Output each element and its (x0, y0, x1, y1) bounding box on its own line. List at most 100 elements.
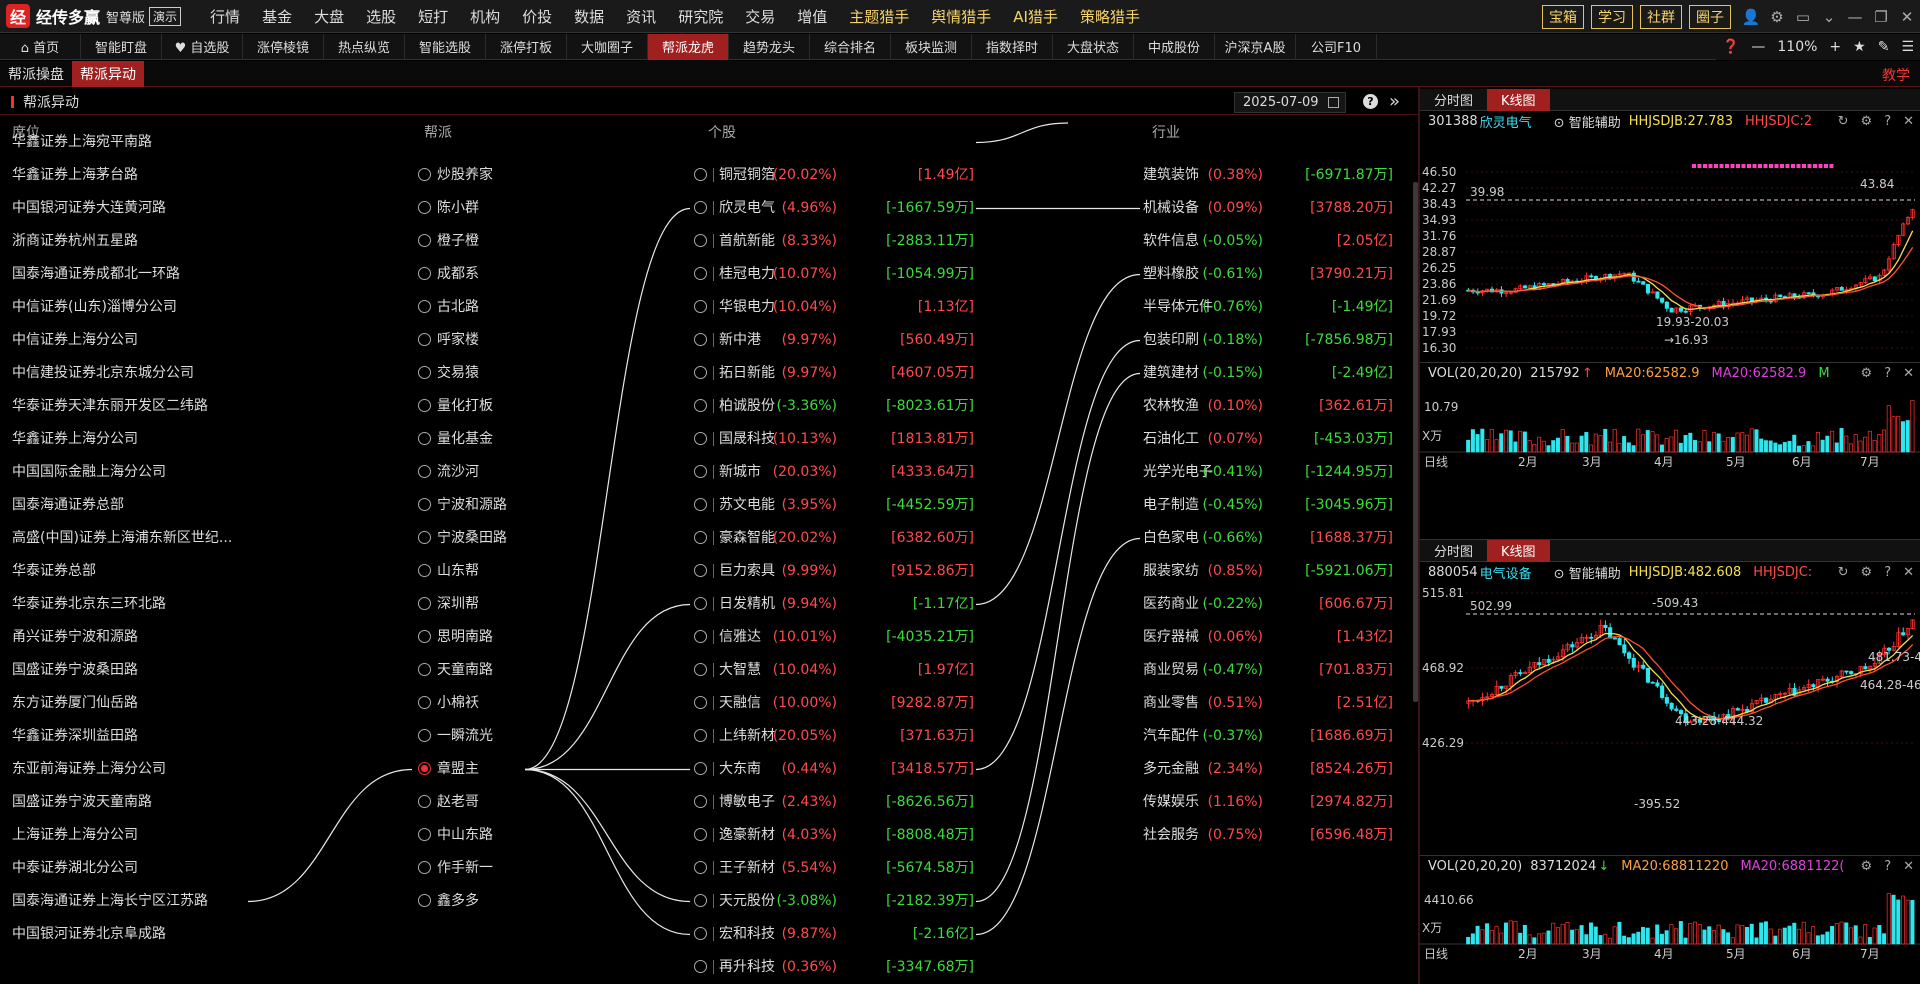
help-icon[interactable]: ? (1363, 94, 1378, 109)
restore-icon[interactable]: ❐ (1868, 0, 1894, 33)
faction-row[interactable]: 陈小群 (418, 192, 479, 225)
radio-button[interactable] (694, 200, 707, 214)
radio-button[interactable] (694, 398, 707, 412)
industry-row[interactable]: 商业贸易 (-0.47%) [701.83万] (1143, 654, 1393, 687)
refresh-icon[interactable]: ↻ (1832, 565, 1855, 580)
pen-icon[interactable]: ✎ (1872, 39, 1896, 55)
close-icon[interactable]: ✕ (1894, 0, 1920, 33)
faction-row[interactable]: 鑫多多 (418, 885, 479, 918)
radio-button[interactable] (418, 761, 431, 775)
user-icon[interactable]: 👤 (1738, 0, 1764, 33)
close-icon[interactable]: ✕ (1897, 859, 1920, 874)
menu-item-0[interactable]: 行情 (199, 6, 251, 27)
radio-button[interactable] (694, 662, 707, 676)
seat-row[interactable]: 国盛证券宁波桑田路 (12, 654, 138, 687)
radio-button[interactable] (694, 464, 707, 478)
faction-row[interactable]: 炒股养家 (418, 159, 493, 192)
radio-button[interactable] (418, 794, 431, 808)
chart-tab-0[interactable]: 分时图 (1420, 540, 1487, 562)
menu-item-13[interactable]: 舆情猎手 (920, 6, 1002, 27)
faction-row[interactable]: 橙子橙 (418, 225, 479, 258)
faction-row[interactable]: 交易猿 (418, 357, 479, 390)
stock-row[interactable]: 桂冠电力 (10.07%) [-1054.99万] (694, 258, 974, 291)
radio-button[interactable] (694, 629, 707, 643)
faction-row[interactable]: 山东帮 (418, 555, 479, 588)
chart-tab-0[interactable]: 分时图 (1420, 89, 1487, 111)
industry-row[interactable]: 电子制造 (-0.45%) [-3045.96万] (1143, 489, 1393, 522)
nav-item-6[interactable]: 涨停打板 (486, 33, 567, 60)
nav-item-4[interactable]: 热点纵览 (324, 33, 405, 60)
nav-item-2[interactable]: ♥ 自选股 (162, 33, 243, 60)
radio-button[interactable] (694, 365, 707, 379)
gear-icon[interactable]: ⚙ (1764, 0, 1790, 33)
sub-tab-1[interactable]: 帮派异动 (72, 60, 144, 87)
faction-row[interactable]: 赵老哥 (418, 786, 479, 819)
industry-row[interactable]: 半导体元件 (-0.76%) [-1.49亿] (1143, 291, 1393, 324)
chart-tab-1[interactable]: K线图 (1487, 88, 1550, 111)
faction-row[interactable]: 流沙河 (418, 456, 479, 489)
radio-button[interactable] (418, 497, 431, 511)
radio-button[interactable] (694, 761, 707, 775)
smart-assist-toggle[interactable]: ⊙ 智能辅助 (1554, 563, 1621, 582)
seat-row[interactable]: 国泰海通证券上海长宁区江苏路 (12, 885, 208, 918)
radio-button[interactable] (694, 860, 707, 874)
top-button-1[interactable]: 学习 (1591, 4, 1633, 29)
menu-item-2[interactable]: 大盘 (303, 6, 355, 27)
faction-row[interactable]: 宁波和源路 (418, 489, 507, 522)
seat-row[interactable]: 国泰海通证券成都北一环路 (12, 258, 180, 291)
nav-item-7[interactable]: 大咖圈子 (567, 33, 648, 60)
radio-button[interactable] (694, 167, 707, 181)
faction-row[interactable]: 呼家楼 (418, 324, 479, 357)
menu-item-10[interactable]: 交易 (734, 6, 786, 27)
top-button-0[interactable]: 宝箱 (1542, 4, 1584, 29)
top-button-3[interactable]: 圈子 (1689, 4, 1731, 29)
industry-row[interactable]: 汽车配件 (-0.37%) [1686.69万] (1143, 720, 1393, 753)
menu-item-11[interactable]: 增值 (786, 6, 838, 27)
stock-row[interactable]: 日发精机 (9.94%) [-1.17亿] (694, 588, 974, 621)
faction-row[interactable]: 天童南路 (418, 654, 493, 687)
seat-row[interactable]: 华泰证券天津东丽开发区二纬路 (12, 390, 208, 423)
radio-button[interactable] (418, 662, 431, 676)
industry-row[interactable]: 建筑装饰 (0.38%) [-6971.87万] (1143, 159, 1393, 192)
radio-button[interactable] (418, 299, 431, 313)
stock-row[interactable]: 宏和科技 (9.87%) [-2.16亿] (694, 918, 974, 951)
gear-icon[interactable]: ⚙ (1855, 565, 1879, 580)
faction-row[interactable]: 古北路 (418, 291, 479, 324)
minimize-icon[interactable]: — (1842, 0, 1868, 33)
faction-row[interactable]: 思明南路 (418, 621, 493, 654)
radio-button[interactable] (418, 167, 431, 181)
seat-row[interactable]: 华鑫证券深圳益田路 (12, 720, 138, 753)
industry-row[interactable]: 包装印刷 (-0.18%) [-7856.98万] (1143, 324, 1393, 357)
radio-button[interactable] (418, 695, 431, 709)
industry-row[interactable]: 医药商业 (-0.22%) [606.67万] (1143, 588, 1393, 621)
radio-button[interactable] (418, 728, 431, 742)
radio-button[interactable] (694, 497, 707, 511)
chart-tab-1[interactable]: K线图 (1487, 539, 1550, 562)
faction-row[interactable]: 宁波桑田路 (418, 522, 507, 555)
industry-row[interactable]: 服装家纺 (0.85%) [-5921.06万] (1143, 555, 1393, 588)
seat-row[interactable]: 浙商证券杭州五星路 (12, 225, 138, 258)
refresh-icon[interactable]: ↻ (1832, 114, 1855, 129)
radio-button[interactable] (694, 728, 707, 742)
stock-row[interactable]: 巨力索具 (9.99%) [9152.86万] (694, 555, 974, 588)
star-icon[interactable]: ★ (1847, 39, 1872, 55)
radio-button[interactable] (418, 464, 431, 478)
seat-row[interactable]: 中信证券(山东)淄博分公司 (12, 291, 177, 324)
window-icon[interactable]: ▭ (1790, 0, 1816, 33)
demo-badge[interactable]: 演示 (149, 6, 182, 26)
stock-row[interactable]: 欣灵电气 (4.96%) [-1667.59万] (694, 192, 974, 225)
seat-row[interactable]: 华泰证券北京东三环北路 (12, 588, 166, 621)
menu-item-14[interactable]: AI猎手 (1002, 6, 1069, 27)
radio-button[interactable] (418, 365, 431, 379)
radio-button[interactable] (694, 893, 707, 907)
date-picker[interactable]: 2025-07-09 (1234, 92, 1346, 113)
seat-row[interactable]: 中泰证券湖北分公司 (12, 852, 138, 885)
close-icon[interactable]: ✕ (1897, 565, 1920, 580)
menu-item-6[interactable]: 价投 (511, 6, 563, 27)
menu-item-8[interactable]: 资讯 (615, 6, 667, 27)
menu-item-12[interactable]: 主题猎手 (838, 6, 920, 27)
industry-row[interactable]: 软件信息 (-0.05%) [2.05亿] (1143, 225, 1393, 258)
industry-row[interactable]: 光学光电子 (-0.41%) [-1244.95万] (1143, 456, 1393, 489)
faction-row[interactable]: 中山东路 (418, 819, 493, 852)
sector-volume-chart[interactable]: 4410.66 X万日线 2月 3月 4月 5月 6月 7月 (1420, 876, 1920, 962)
